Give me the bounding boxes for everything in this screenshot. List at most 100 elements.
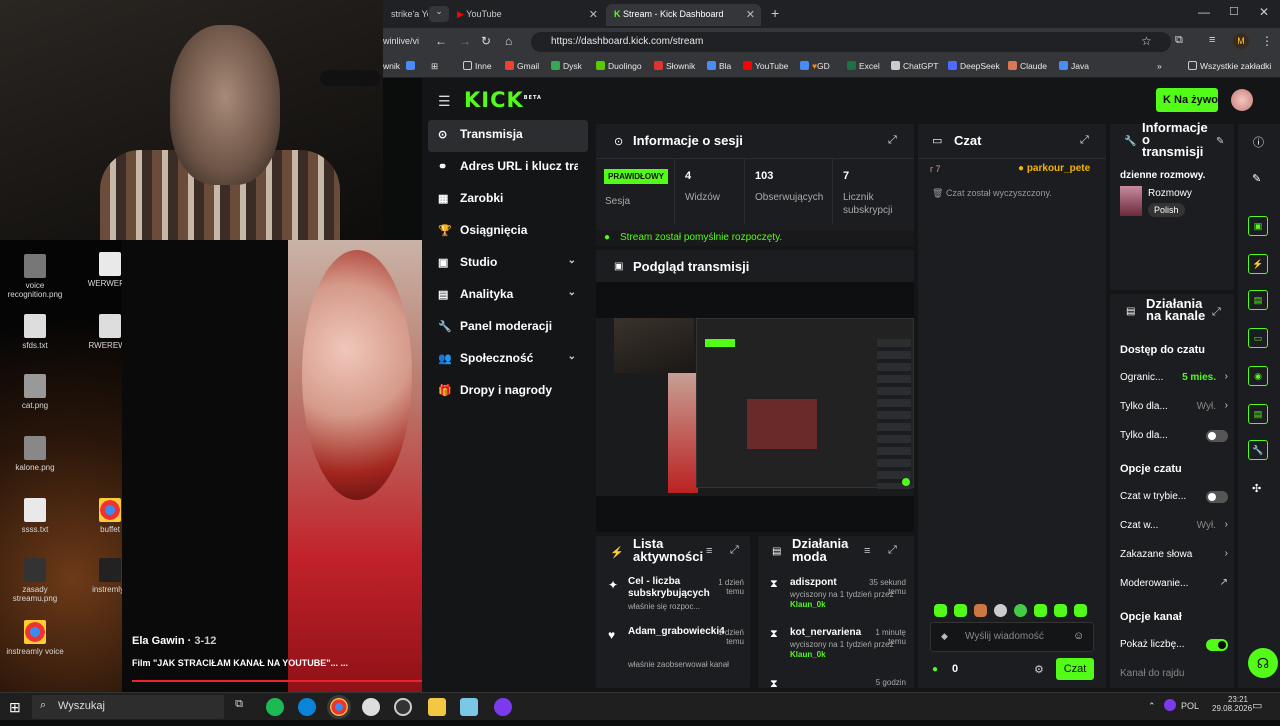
- url-field[interactable]: https://dashboard.kick.com/stream: [531, 32, 1171, 52]
- info-icon[interactable]: ⓘ: [1253, 134, 1264, 150]
- expand-icon[interactable]: ⤢: [888, 544, 897, 557]
- maximize-button[interactable]: ☐: [1229, 5, 1239, 18]
- filter-icon[interactable]: ≡: [706, 545, 712, 557]
- apps-icon[interactable]: ✣: [1252, 482, 1261, 495]
- tab-youtube[interactable]: ▶ YouTube ✕: [449, 4, 604, 26]
- bookmark-star-icon[interactable]: ☆: [1141, 34, 1152, 48]
- setting-row[interactable]: Czat w... Wył. ›: [1120, 516, 1230, 545]
- chat-input[interactable]: ◆ Wyślij wiadomość ☺: [930, 622, 1094, 652]
- sidebar-item-7[interactable]: 👥 Społeczność ⌄: [428, 344, 588, 376]
- expand-icon[interactable]: ⤢: [888, 134, 897, 147]
- toggle-switch[interactable]: [1206, 639, 1228, 651]
- record-icon[interactable]: ◉: [1248, 366, 1268, 386]
- back-icon[interactable]: ←: [435, 34, 447, 48]
- windows-start-icon[interactable]: ⊞: [9, 699, 21, 716]
- chevron-right-icon[interactable]: ›: [1225, 548, 1228, 559]
- close-icon[interactable]: ✕: [589, 8, 598, 21]
- chevron-down-icon[interactable]: ⌄: [568, 287, 576, 298]
- chevron-right-icon[interactable]: ›: [1225, 400, 1228, 411]
- desktop-icon[interactable]: voice recognition.png: [5, 254, 65, 299]
- desktop-icon[interactable]: zasady streamu.png: [5, 558, 65, 603]
- category-thumbnail[interactable]: [1120, 186, 1142, 216]
- tab-kick-dashboard[interactable]: K Stream - Kick Dashboard ✕: [606, 4, 761, 26]
- live-button[interactable]: K Na żywo: [1156, 88, 1218, 112]
- media-icon[interactable]: ≡: [1209, 34, 1215, 46]
- list-item[interactable]: ⧗ kot_nervariena 1 minutę temu wyciszony na…: [758, 626, 914, 676]
- toggle-switch[interactable]: [1206, 430, 1228, 442]
- setting-row[interactable]: Pokaż liczbę...: [1120, 635, 1230, 664]
- apps-icon[interactable]: ⊞: [431, 61, 438, 72]
- bookmark-youtube[interactable]: YouTube: [743, 61, 788, 71]
- more-bookmarks-icon[interactable]: »: [1157, 61, 1162, 71]
- home-icon[interactable]: ⌂: [505, 34, 512, 48]
- support-icon[interactable]: ☊: [1248, 648, 1278, 678]
- list-item[interactable]: ♥ Adam_grabowiecki4 1 dzień temu właśnie za…: [596, 626, 750, 676]
- bookmark-chatgpt[interactable]: ChatGPT: [891, 61, 938, 71]
- tray-icon[interactable]: [1164, 699, 1176, 711]
- bookmark-gd[interactable]: ♥GD: [800, 61, 830, 71]
- emote-icon[interactable]: [934, 604, 947, 617]
- twitch-icon[interactable]: [494, 698, 512, 716]
- desktop-icon[interactable]: instreamly voice: [5, 620, 65, 656]
- task-view-icon[interactable]: ⧉: [230, 698, 248, 716]
- emote-icon[interactable]: [954, 604, 967, 617]
- bookmark-claude[interactable]: Claude: [1008, 61, 1047, 71]
- setting-row[interactable]: Tylko dla... Wył. ›: [1120, 397, 1230, 426]
- close-window-button[interactable]: ✕: [1259, 5, 1269, 19]
- obs-icon[interactable]: [394, 698, 412, 716]
- video-icon[interactable]: ▣: [1248, 216, 1268, 236]
- expand-icon[interactable]: ⤢: [1080, 134, 1089, 147]
- setting-row[interactable]: Zakazane słowa ›: [1120, 545, 1230, 574]
- notification-icon[interactable]: ▭: [1252, 699, 1262, 712]
- list-icon[interactable]: ▤: [1248, 290, 1268, 310]
- bookmark-slownik[interactable]: Słownik: [654, 61, 695, 71]
- sidebar-item-4[interactable]: ▣ Studio ⌄: [428, 248, 588, 280]
- emote-icon[interactable]: [1014, 604, 1027, 617]
- chevron-right-icon[interactable]: ›: [1225, 371, 1228, 382]
- filter-icon[interactable]: ≡: [864, 545, 870, 557]
- lightning-icon[interactable]: ⚡: [1248, 254, 1268, 274]
- external-link-icon[interactable]: ↗: [1220, 577, 1228, 588]
- desktop-icon[interactable]: sfds.txt: [5, 314, 65, 350]
- toggle-switch[interactable]: [1206, 491, 1228, 503]
- tab-strike[interactable]: strike'a You: [383, 4, 428, 26]
- emoji-icon[interactable]: ☺: [1073, 630, 1084, 642]
- bookmark-bla[interactable]: Bla: [707, 61, 731, 71]
- chevron-up-icon[interactable]: ⌃: [1148, 701, 1156, 712]
- chrome-icon[interactable]: [327, 695, 351, 719]
- category-name[interactable]: Rozmowy: [1148, 188, 1192, 199]
- gear-icon[interactable]: ⚙: [1034, 663, 1044, 676]
- bookmark-gmail[interactable]: Gmail: [505, 61, 539, 71]
- preview-thumbnail[interactable]: [596, 318, 914, 496]
- bookmark-duolingo[interactable]: Duolingo: [596, 61, 642, 71]
- notepad-icon[interactable]: [460, 698, 478, 716]
- mod-by[interactable]: Klaun_0k: [790, 650, 826, 659]
- language-indicator[interactable]: POL: [1181, 701, 1199, 711]
- edit-icon[interactable]: ✎: [1216, 136, 1224, 147]
- edge-icon[interactable]: [298, 698, 316, 716]
- tab-list-button[interactable]: ⌄: [429, 6, 449, 22]
- kick-logo[interactable]: KICKBETA: [464, 88, 542, 112]
- sidebar-item-3[interactable]: 🏆 Osiągnięcia: [428, 216, 588, 248]
- sidebar-item-0[interactable]: ⊙ Transmisja: [428, 120, 588, 152]
- sidebar-item-6[interactable]: 🔧 Panel moderacji: [428, 312, 588, 344]
- sidebar-item-2[interactable]: ▦ Zarobki: [428, 184, 588, 216]
- setting-row[interactable]: Tylko dla...: [1120, 426, 1230, 455]
- emote-icon[interactable]: [1034, 604, 1047, 617]
- file-explorer-icon[interactable]: [428, 698, 446, 716]
- channel-icon[interactable]: ▤: [1248, 404, 1268, 424]
- chevron-down-icon[interactable]: ⌄: [568, 351, 576, 362]
- bookmark-deepseek[interactable]: DeepSeek: [948, 61, 1000, 71]
- list-item[interactable]: ✦ Cel - liczba subskrybujących 1 dzień tem…: [596, 576, 750, 626]
- desktop-icon[interactable]: kalone.png: [5, 436, 65, 472]
- wrench-icon[interactable]: 🔧: [1248, 440, 1268, 460]
- hamburger-icon[interactable]: ☰: [438, 93, 451, 110]
- chat-icon[interactable]: ▭: [1248, 328, 1268, 348]
- bookmark-dysk[interactable]: Dysk: [551, 61, 582, 71]
- profile-avatar[interactable]: M: [1233, 33, 1249, 49]
- all-bookmarks[interactable]: Wszystkie zakładki: [1188, 61, 1271, 71]
- desktop-icon[interactable]: ssss.txt: [5, 498, 65, 534]
- chat-send-button[interactable]: Czat: [1056, 658, 1094, 680]
- spotify-icon[interactable]: [266, 698, 284, 716]
- mod-by[interactable]: Klaun_0k: [790, 600, 826, 609]
